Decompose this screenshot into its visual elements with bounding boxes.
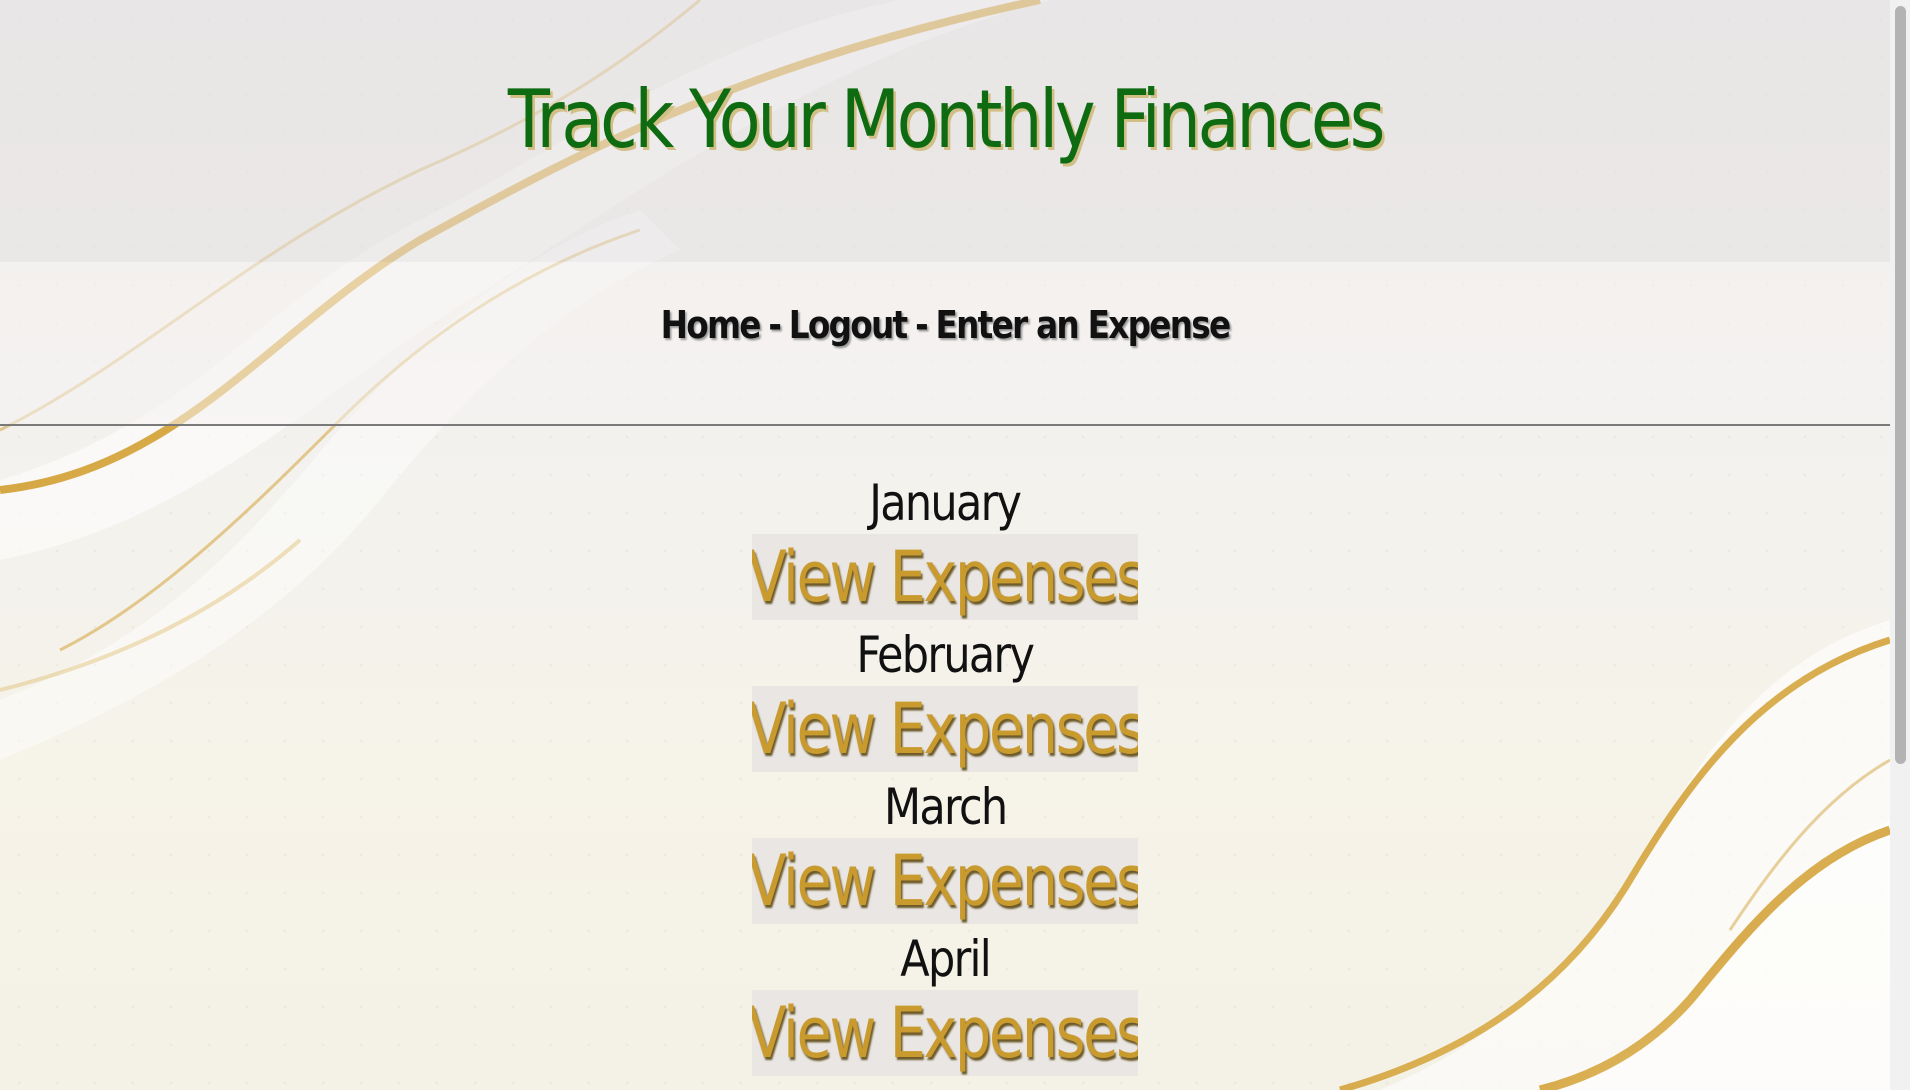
view-expenses-button-january[interactable]: View Expenses (752, 534, 1138, 620)
view-expenses-label: View Expenses (752, 992, 1138, 1074)
view-expenses-button-february[interactable]: View Expenses (752, 686, 1138, 772)
page-title: Track Your Monthly Finances (507, 73, 1386, 166)
month-label: February (856, 626, 1036, 684)
months-list: January View Expenses February View Expe… (0, 472, 1890, 1080)
nav-enter-expense-link[interactable]: Enter an Expense (936, 303, 1232, 347)
view-expenses-button-march[interactable]: View Expenses (752, 838, 1138, 924)
nav-separator: - (915, 303, 929, 347)
month-item-march: March View Expenses (0, 776, 1890, 928)
nav-separator: - (768, 303, 782, 347)
view-expenses-label: View Expenses (752, 688, 1138, 770)
month-label: January (869, 474, 1023, 532)
month-label: March (883, 778, 1008, 836)
month-item-february: February View Expenses (0, 624, 1890, 776)
month-item-april: April View Expenses (0, 928, 1890, 1080)
navigation-bar: Home - Logout - Enter an Expense (0, 262, 1890, 426)
view-expenses-label: View Expenses (752, 840, 1138, 922)
month-label: April (900, 930, 991, 988)
view-expenses-button-april[interactable]: View Expenses (752, 990, 1138, 1076)
month-item-january: January View Expenses (0, 472, 1890, 624)
nav-links: Home - Logout - Enter an Expense (132, 306, 1757, 344)
view-expenses-label: View Expenses (752, 536, 1138, 618)
scrollbar-thumb[interactable] (1895, 6, 1906, 764)
nav-home-link[interactable]: Home (661, 303, 762, 347)
vertical-scrollbar[interactable] (1890, 0, 1910, 1090)
nav-logout-link[interactable]: Logout (789, 303, 908, 347)
page-header: Track Your Monthly Finances (0, 0, 1890, 262)
